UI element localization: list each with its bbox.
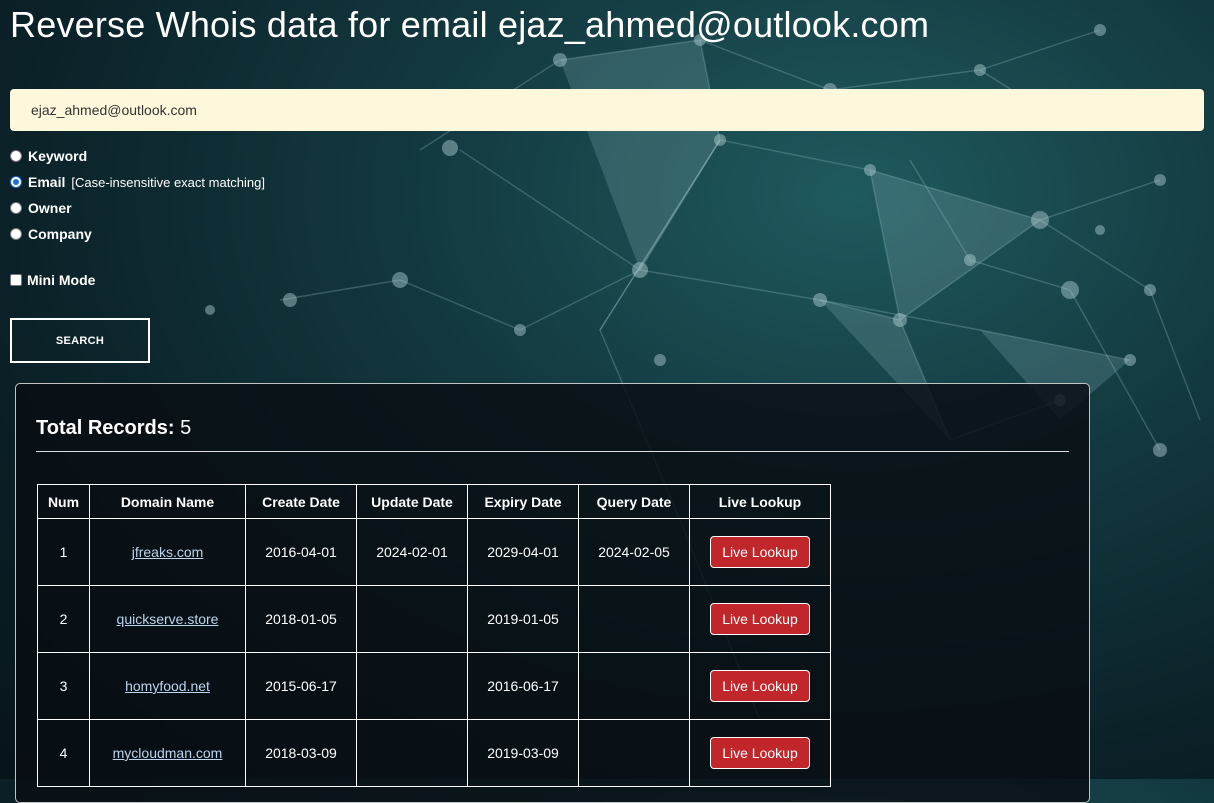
mini-mode-label: Mini Mode [27, 272, 96, 288]
radio-label-owner: Owner [28, 200, 72, 216]
cell-live-lookup: Live Lookup [689, 652, 831, 720]
radio-keyword[interactable] [10, 150, 22, 162]
cell-update-date [356, 719, 468, 787]
cell-update-date: 2024-02-01 [356, 518, 468, 586]
cell-domain: homyfood.net [89, 652, 246, 720]
total-records: Total Records: 5 [36, 417, 191, 440]
cell-query-date: 2024-02-05 [578, 518, 690, 586]
cell-domain: quickserve.store [89, 585, 246, 653]
cell-create-date: 2018-01-05 [245, 585, 357, 653]
radio-label-company: Company [28, 226, 92, 242]
radio-option-company[interactable]: Company [10, 221, 265, 247]
cell-live-lookup: Live Lookup [689, 518, 831, 586]
live-lookup-button[interactable]: Live Lookup [710, 737, 810, 769]
column-header-domain: Domain Name [89, 484, 246, 519]
cell-domain: jfreaks.com [89, 518, 246, 586]
cell-live-lookup: Live Lookup [689, 719, 831, 787]
column-header-update-date: Update Date [356, 484, 468, 519]
column-header-query-date: Query Date [578, 484, 690, 519]
cell-num: 1 [37, 518, 90, 586]
cell-update-date [356, 652, 468, 720]
results-panel: Total Records: 5 Num Domain Name Create … [15, 383, 1090, 803]
table-row: 3 homyfood.net 2015-06-17 2016-06-17 Liv… [37, 652, 831, 720]
cell-expiry-date: 2029-04-01 [467, 518, 579, 586]
domain-link[interactable]: mycloudman.com [113, 745, 223, 761]
radio-owner[interactable] [10, 202, 22, 214]
live-lookup-button[interactable]: Live Lookup [710, 536, 810, 568]
radio-option-email[interactable]: Email [Case-insensitive exact matching] [10, 169, 265, 195]
cell-query-date [578, 719, 690, 787]
cell-expiry-date: 2019-03-09 [467, 719, 579, 787]
table-row: 4 mycloudman.com 2018-03-09 2019-03-09 L… [37, 719, 831, 787]
mini-mode-option[interactable]: Mini Mode [10, 272, 95, 288]
cell-live-lookup: Live Lookup [689, 585, 831, 653]
search-button[interactable]: SEARCH [10, 318, 150, 363]
cell-num: 3 [37, 652, 90, 720]
cell-domain: mycloudman.com [89, 719, 246, 787]
domain-link[interactable]: homyfood.net [125, 678, 210, 694]
radio-option-keyword[interactable]: Keyword [10, 143, 265, 169]
cell-expiry-date: 2019-01-05 [467, 585, 579, 653]
total-records-value: 5 [180, 417, 192, 439]
search-input[interactable] [10, 89, 1204, 131]
cell-query-date [578, 585, 690, 653]
cell-create-date: 2015-06-17 [245, 652, 357, 720]
live-lookup-button[interactable]: Live Lookup [710, 603, 810, 635]
domain-link[interactable]: jfreaks.com [132, 544, 204, 560]
total-records-label: Total Records: [36, 417, 175, 439]
results-table: Num Domain Name Create Date Update Date … [37, 484, 831, 787]
cell-create-date: 2018-03-09 [245, 719, 357, 787]
cell-update-date [356, 585, 468, 653]
cell-num: 2 [37, 585, 90, 653]
domain-link[interactable]: quickserve.store [117, 611, 219, 627]
cell-create-date: 2016-04-01 [245, 518, 357, 586]
cell-query-date [578, 652, 690, 720]
page-title: Reverse Whois data for email ejaz_ahmed@… [10, 4, 930, 45]
radio-company[interactable] [10, 228, 22, 240]
cell-expiry-date: 2016-06-17 [467, 652, 579, 720]
email-match-note: [Case-insensitive exact matching] [71, 174, 266, 190]
radio-label-keyword: Keyword [28, 148, 88, 164]
search-type-options: Keyword Email [Case-insensitive exact ma… [10, 143, 265, 247]
live-lookup-button[interactable]: Live Lookup [710, 670, 810, 702]
table-row: 2 quickserve.store 2018-01-05 2019-01-05… [37, 585, 831, 653]
radio-label-email: Email [28, 174, 66, 190]
table-header-row: Num Domain Name Create Date Update Date … [37, 484, 831, 519]
column-header-create-date: Create Date [245, 484, 357, 519]
cell-num: 4 [37, 719, 90, 787]
radio-email[interactable] [10, 176, 22, 188]
column-header-num: Num [37, 484, 90, 519]
mini-mode-checkbox[interactable] [10, 274, 22, 286]
radio-option-owner[interactable]: Owner [10, 195, 265, 221]
column-header-live-lookup: Live Lookup [689, 484, 831, 519]
divider [36, 451, 1069, 452]
column-header-expiry-date: Expiry Date [467, 484, 579, 519]
table-row: 1 jfreaks.com 2016-04-01 2024-02-01 2029… [37, 518, 831, 586]
